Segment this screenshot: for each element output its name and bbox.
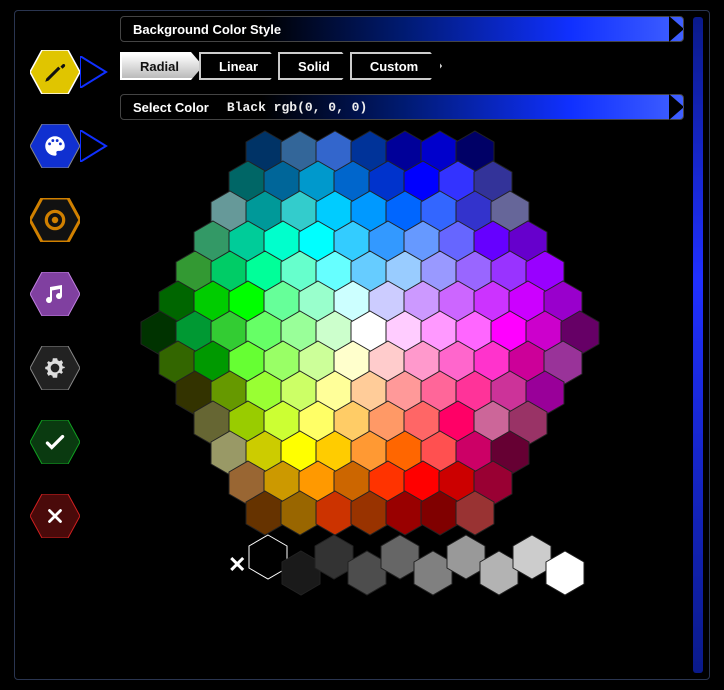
tool-settings[interactable] <box>30 346 80 390</box>
eye-icon <box>30 198 80 242</box>
color-honeycomb <box>130 130 650 530</box>
music-icon <box>30 272 80 316</box>
tool-confirm[interactable] <box>30 420 80 464</box>
section-header-select: Select Color Black rgb(0, 0, 0) <box>120 94 684 120</box>
greyscale-row: ✕ <box>228 534 684 614</box>
color-swatch[interactable] <box>420 490 460 536</box>
tool-palette[interactable] <box>30 124 80 168</box>
section-header-label: Background Color Style <box>133 22 281 37</box>
color-swatch[interactable] <box>455 490 495 536</box>
check-icon <box>30 420 80 464</box>
color-swatch[interactable] <box>385 490 425 536</box>
sidebar <box>30 50 80 538</box>
tab-linear[interactable]: Linear <box>199 52 282 80</box>
color-swatch[interactable] <box>350 490 390 536</box>
tool-cancel[interactable] <box>30 494 80 538</box>
tab-custom[interactable]: Custom <box>350 52 442 80</box>
color-swatch[interactable] <box>280 490 320 536</box>
tool-music[interactable] <box>30 272 80 316</box>
palette-icon <box>30 124 80 168</box>
selected-marker-icon: ✕ <box>228 552 246 578</box>
tool-eye[interactable] <box>30 198 80 242</box>
tab-solid[interactable]: Solid <box>278 52 354 80</box>
main-area: Background Color Style RadialLinearSolid… <box>120 16 684 614</box>
greyscale-swatch[interactable] <box>545 550 585 596</box>
tool-pencil[interactable] <box>30 50 80 94</box>
section-header-style: Background Color Style <box>120 16 684 42</box>
tab-radial[interactable]: Radial <box>120 52 203 80</box>
select-color-label: Select Color <box>133 100 209 115</box>
style-tabs: RadialLinearSolidCustom <box>120 52 684 80</box>
pencil-icon <box>30 50 80 94</box>
gear-icon <box>30 346 80 390</box>
color-swatch[interactable] <box>315 490 355 536</box>
close-icon <box>30 494 80 538</box>
select-color-value: Black rgb(0, 0, 0) <box>227 100 367 115</box>
color-swatch[interactable] <box>245 490 285 536</box>
